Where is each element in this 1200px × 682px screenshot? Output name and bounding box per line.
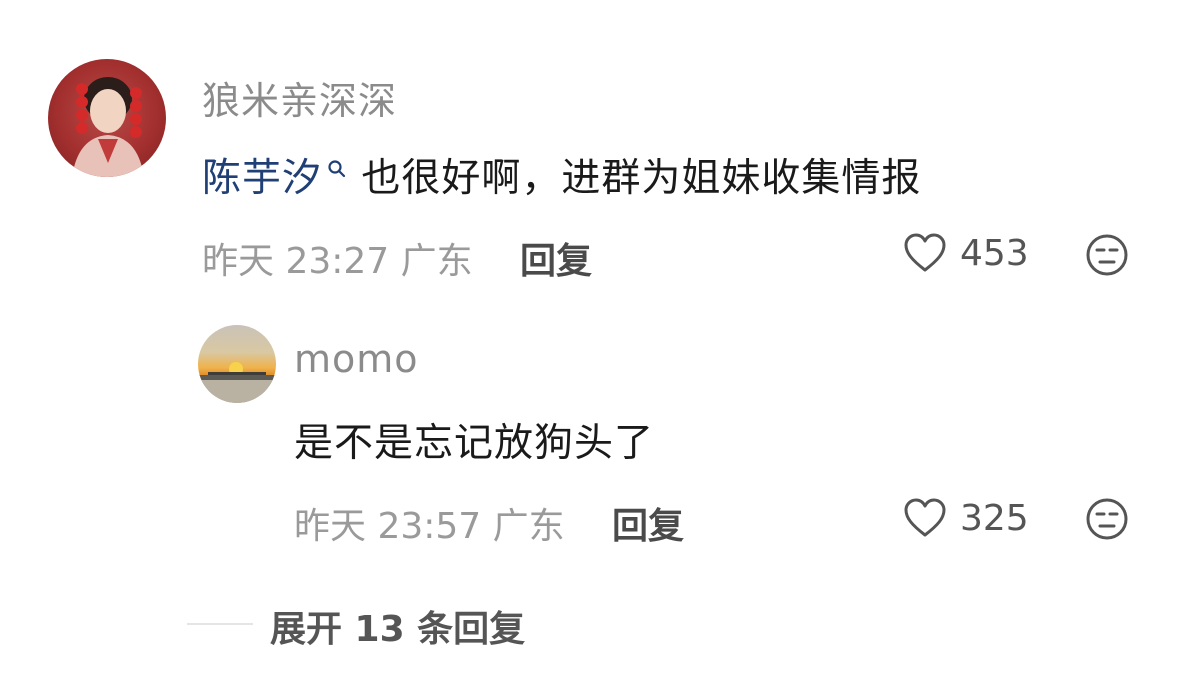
mention-link[interactable]: 陈芋汐: [202, 156, 322, 201]
comment-meta: 昨天 23:27 广东: [202, 232, 473, 284]
reply-body: 是不是忘记放狗头了: [294, 421, 655, 466]
neutral-face-icon[interactable]: [1085, 497, 1129, 541]
comment-author[interactable]: 狼米亲深深: [202, 70, 397, 125]
heart-outline-icon: [902, 497, 948, 539]
neutral-face-icon[interactable]: [1085, 233, 1129, 277]
reply-meta: 昨天 23:57 广东: [294, 497, 565, 549]
like-button[interactable]: 453: [902, 232, 1029, 274]
comment-location: 广东: [400, 241, 473, 282]
expand-divider: [187, 623, 253, 625]
mention-search-icon[interactable]: [326, 147, 348, 178]
comment-time: 23:27: [285, 241, 390, 282]
avatar[interactable]: [48, 59, 166, 177]
sunset-image: [198, 362, 276, 403]
reply-time: 23:57: [377, 506, 482, 547]
reply-date: 昨天: [294, 506, 367, 547]
reply-avatar[interactable]: [198, 325, 276, 403]
heart-outline-icon: [902, 232, 948, 274]
comment-date: 昨天: [202, 241, 275, 282]
avatar-image: [72, 77, 144, 177]
like-count: 453: [960, 232, 1029, 274]
expand-replies-button[interactable]: 展开 13 条回复: [270, 600, 525, 652]
comment-body: 陈芋汐 也很好啊，进群为姐妹收集情报: [202, 147, 921, 203]
reply-reply-button[interactable]: 回复: [612, 497, 684, 549]
reply-location: 广东: [492, 506, 565, 547]
reply-like-button[interactable]: 325: [902, 497, 1029, 539]
reply-like-count: 325: [960, 497, 1029, 539]
reply-author[interactable]: momo: [294, 337, 419, 381]
comment-text: 也很好啊，进群为姐妹收集情报: [348, 156, 922, 201]
reply-button[interactable]: 回复: [520, 232, 592, 284]
